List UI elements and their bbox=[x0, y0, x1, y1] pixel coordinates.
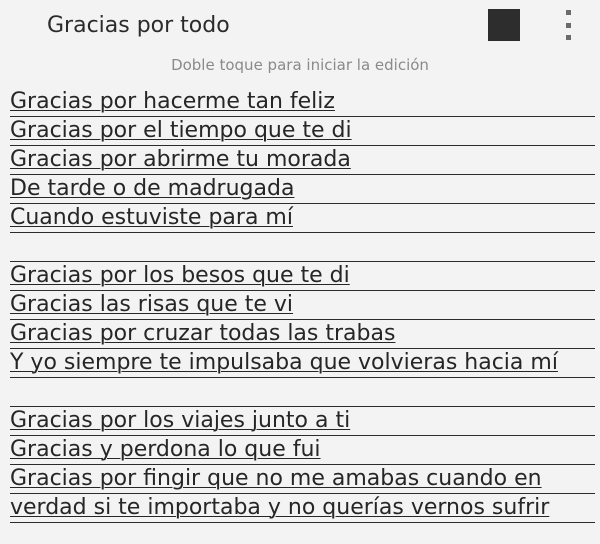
menu-dot-icon bbox=[565, 35, 571, 40]
note-line: Gracias por los viajes junto a ti bbox=[10, 407, 595, 436]
note-line: Gracias por cruzar todas las trabas bbox=[10, 320, 595, 349]
menu-dot-icon bbox=[565, 22, 571, 28]
color-swatch-button[interactable] bbox=[488, 9, 520, 41]
note-line: verdad si te importaba y no querías vern… bbox=[10, 494, 595, 523]
note-line: Y yo siempre te impulsaba que volvieras … bbox=[10, 349, 595, 378]
note-line-text: Gracias por hacerme tan feliz bbox=[10, 89, 335, 114]
note-line: Gracias por el tiempo que te di bbox=[10, 117, 595, 146]
note-line: Gracias por abrirme tu morada bbox=[10, 146, 595, 175]
note-line-text: Y yo siempre te impulsaba que volvieras … bbox=[10, 350, 558, 375]
more-vert-icon[interactable] bbox=[558, 10, 578, 40]
note-title: Gracias por todo bbox=[47, 13, 230, 38]
note-line-text: Gracias y perdona lo que fui bbox=[10, 437, 321, 462]
note-line: Gracias las risas que te vi bbox=[10, 291, 595, 320]
note-line-text: Gracias por fingir que no me amabas cuan… bbox=[10, 466, 542, 491]
note-line: Gracias por hacerme tan feliz bbox=[10, 88, 595, 117]
note-line-text: Gracias por cruzar todas las trabas bbox=[10, 321, 396, 346]
note-line: Gracias y perdona lo que fui bbox=[10, 436, 595, 465]
note-line-text: De tarde o de madrugada bbox=[10, 176, 295, 201]
menu-dot-icon bbox=[565, 10, 571, 15]
note-line-text: Gracias las risas que te vi bbox=[10, 292, 294, 317]
note-line: De tarde o de madrugada bbox=[10, 175, 595, 204]
app-bar: Gracias por todo bbox=[0, 0, 600, 52]
note-line-text: Gracias por los viajes junto a ti bbox=[10, 408, 351, 433]
note-line-text: Gracias por abrirme tu morada bbox=[10, 147, 351, 172]
note-body[interactable]: Gracias por hacerme tan feliz Gracias po… bbox=[0, 88, 600, 523]
note-line-text: Cuando estuviste para mí bbox=[10, 205, 293, 230]
note-line: Cuando estuviste para mí bbox=[10, 204, 595, 233]
note-line-text: Gracias por el tiempo que te di bbox=[10, 118, 352, 143]
note-line: Gracias por fingir que no me amabas cuan… bbox=[10, 465, 595, 494]
note-line bbox=[10, 378, 595, 407]
note-line: Gracias por los besos que te di bbox=[10, 262, 595, 291]
edit-hint: Doble toque para iniciar la edición bbox=[171, 56, 429, 74]
note-line bbox=[10, 233, 595, 262]
note-line-text: Gracias por los besos que te di bbox=[10, 263, 350, 288]
note-line-text: verdad si te importaba y no querías vern… bbox=[10, 495, 550, 520]
